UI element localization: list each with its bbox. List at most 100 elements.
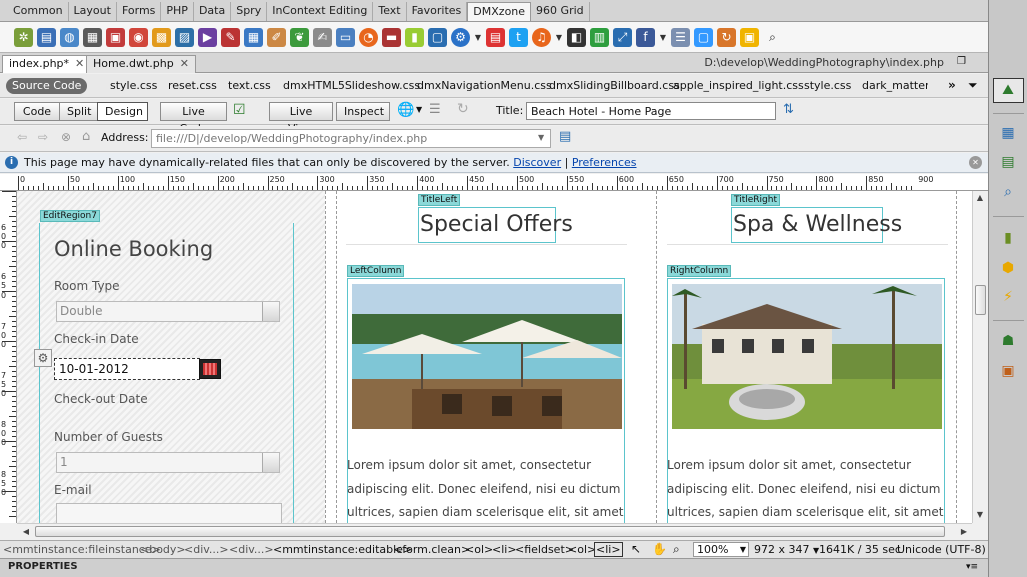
inspect-button[interactable]: Inspect (336, 102, 390, 121)
css-panel-icon[interactable]: ▦ (997, 122, 1019, 144)
doc-tab-index[interactable]: index.php* ✕ (2, 55, 92, 73)
scroll-right-icon[interactable]: ▶ (957, 527, 971, 536)
related-file[interactable]: dmxHTML5Slideshow.css (283, 79, 420, 92)
chart-insert-icon[interactable]: ▥ (590, 27, 609, 47)
gear-insert-icon[interactable]: ✲ (14, 27, 33, 47)
window-size[interactable]: 972 x 347 ▼ (754, 541, 819, 558)
scroll-down-icon[interactable]: ▼ (973, 510, 987, 519)
scroll-up-icon[interactable]: ▲ (973, 193, 987, 202)
discover-link[interactable]: Discover (513, 156, 561, 169)
tag-crumb[interactable]: <ol> (568, 541, 596, 558)
fullscreen-insert-icon[interactable]: ⤢ (613, 27, 632, 47)
document-insert-icon[interactable]: ▤ (37, 27, 56, 47)
insert-tab-common[interactable]: Common (8, 2, 69, 21)
list-insert-icon[interactable]: ☰ (671, 27, 690, 47)
hand-tool-icon[interactable]: ✋ (652, 541, 667, 558)
live-view-button[interactable]: Live View (269, 102, 333, 135)
stop-icon[interactable]: ⊗ (61, 130, 71, 144)
bottle-insert-icon[interactable]: ▮ (405, 27, 424, 47)
flash-insert-icon[interactable]: ◔ (359, 27, 378, 47)
screen-insert-icon[interactable]: ▢ (428, 27, 447, 47)
related-file[interactable]: apple_inspired_light.css (673, 79, 804, 92)
insert-tab-960-grid[interactable]: 960 Grid (531, 2, 590, 21)
settings-insert-icon[interactable]: ⚙ (451, 27, 470, 47)
options-icon[interactable]: ☰ (429, 102, 441, 117)
refresh-insert-icon[interactable]: ↻ (717, 27, 736, 47)
chevron-down-icon[interactable]: ▼ (538, 133, 544, 142)
related-file[interactable]: style.css (110, 79, 157, 92)
tag-crumb[interactable]: <body> (140, 541, 186, 558)
related-file[interactable]: style.css (804, 79, 851, 92)
double-chevron-right-icon[interactable]: » (948, 78, 956, 92)
chevron-down-icon[interactable]: ▼ (416, 105, 422, 114)
photo-insert-icon[interactable]: ◉ (129, 27, 148, 47)
widget-gear-icon[interactable]: ⚙ (34, 349, 52, 367)
preferences-link[interactable]: Preferences (572, 156, 637, 169)
dropdown-button[interactable] (262, 302, 279, 321)
tag-inspector-icon[interactable]: ⌕ (997, 181, 1019, 203)
tag-crumb[interactable]: <mmtinstance:editable> (273, 541, 412, 558)
guests-select[interactable]: 1 (56, 452, 280, 473)
split-view-button[interactable]: Split (59, 102, 98, 121)
edit-insert-icon[interactable]: ✐ (267, 27, 286, 47)
related-file[interactable]: dark_matter.c (862, 79, 928, 92)
restore-window-icon[interactable]: ❐ (957, 56, 966, 67)
file-management-icon[interactable]: ⇅ (783, 102, 794, 117)
check-page-icon[interactable]: ☑ (233, 102, 246, 118)
panel-insert-icon[interactable]: ▣ (740, 27, 759, 47)
doc-tab-home-dwt[interactable]: Home.dwt.php ✕ (86, 55, 196, 73)
pointer-tool-icon[interactable]: ↖ (631, 541, 641, 558)
selected-tag-crumb[interactable]: <li> (594, 542, 623, 557)
forward-arrow-icon[interactable]: ⇨ (38, 130, 48, 144)
files-panel-icon[interactable]: ☗ (997, 330, 1019, 352)
headphones-insert-icon[interactable]: ♫ (532, 27, 551, 47)
email-input[interactable] (56, 503, 282, 523)
code-view-button[interactable]: Code (14, 102, 60, 121)
insert-tab-data[interactable]: Data (194, 2, 232, 21)
live-view-options-icon[interactable]: ▤ (559, 129, 571, 144)
tag-crumb[interactable]: <form.clean> (393, 541, 470, 558)
tag-crumb[interactable]: <ol> (465, 541, 493, 558)
assets-panel-icon[interactable]: ▣ (997, 360, 1019, 382)
note-insert-icon[interactable]: ✍ (313, 27, 332, 47)
image-insert-icon[interactable]: ▨ (175, 27, 194, 47)
properties-panel-header[interactable]: PROPERTIES ▾≡ (0, 558, 988, 577)
source-code-button[interactable]: Source Code (6, 78, 88, 94)
title-left-tag[interactable]: TitleLeft (418, 194, 461, 206)
tag-crumb[interactable]: <div...> (229, 541, 274, 558)
facebook-dropdown-icon[interactable]: ▼ (659, 28, 667, 47)
close-icon[interactable]: ✕ (180, 57, 189, 70)
insert-tab-spry[interactable]: Spry (231, 2, 268, 21)
slideshow-insert-icon[interactable]: ▣ (106, 27, 125, 47)
leaf-insert-icon[interactable]: ❦ (290, 27, 309, 47)
scroll-left-icon[interactable]: ◀ (19, 527, 33, 536)
insert-tab-php[interactable]: PHP (161, 2, 194, 21)
vertical-scrollbar[interactable]: ▲ ▼ (972, 191, 988, 523)
live-code-button[interactable]: Live Code (160, 102, 227, 135)
insert-tab-incontext-editing[interactable]: InContext Editing (267, 2, 374, 21)
tag-crumb[interactable]: <fieldset> (515, 541, 574, 558)
edit-region-tag[interactable]: EditRegion7 (40, 210, 100, 222)
button-insert-icon[interactable]: ▢ (694, 27, 713, 47)
related-file[interactable]: text.css (228, 79, 271, 92)
design-canvas[interactable]: EditRegion7 Online Booking Room Type Dou… (17, 191, 972, 523)
horizontal-scroll-thumb[interactable] (35, 526, 945, 537)
insert-tab-text[interactable]: Text (373, 2, 407, 21)
globe-insert-icon[interactable]: ◍ (60, 27, 79, 47)
close-icon[interactable]: ✕ (75, 57, 84, 70)
facebook-icon[interactable]: f (636, 27, 655, 47)
related-file[interactable]: dmxNavigationMenu.css (417, 79, 552, 92)
insert-tab-dmxzone[interactable]: DMXzone (467, 2, 532, 21)
related-file[interactable]: reset.css (168, 79, 217, 92)
tag-crumb[interactable]: <div...> (184, 541, 229, 558)
related-file[interactable]: dmxSlidingBillboard.css (549, 79, 680, 92)
insert-tab-layout[interactable]: Layout (69, 2, 117, 21)
tag-crumb[interactable]: <li> (492, 541, 517, 558)
page-title-input[interactable]: Beach Hotel - Home Page (526, 102, 776, 120)
insert-panel-icon[interactable]: ⛰ (997, 79, 1019, 101)
insert-tab-favorites[interactable]: Favorites (407, 2, 468, 21)
grid-insert-icon[interactable]: ▦ (244, 27, 263, 47)
databases-icon[interactable]: ▮ (997, 227, 1019, 249)
insert-tab-forms[interactable]: Forms (117, 2, 162, 21)
audio-dropdown-icon[interactable]: ▼ (555, 28, 563, 47)
